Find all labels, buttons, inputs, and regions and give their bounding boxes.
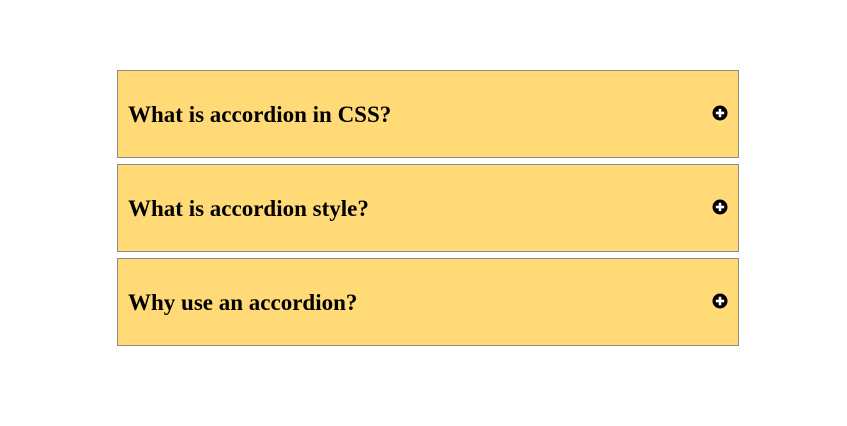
plus-circle-icon[interactable] xyxy=(712,105,728,121)
accordion-item-title: What is accordion in CSS? xyxy=(128,102,392,127)
plus-circle-icon[interactable] xyxy=(712,199,728,215)
accordion-item-title: What is accordion style? xyxy=(128,196,369,221)
plus-circle-icon[interactable] xyxy=(712,293,728,309)
accordion-item-why[interactable]: Why use an accordion? xyxy=(117,258,739,346)
accordion-item-css[interactable]: What is accordion in CSS? xyxy=(117,70,739,158)
accordion-item-style[interactable]: What is accordion style? xyxy=(117,164,739,252)
accordion-item-title: Why use an accordion? xyxy=(128,290,358,315)
accordion: What is accordion in CSS? What is accord… xyxy=(117,70,739,346)
